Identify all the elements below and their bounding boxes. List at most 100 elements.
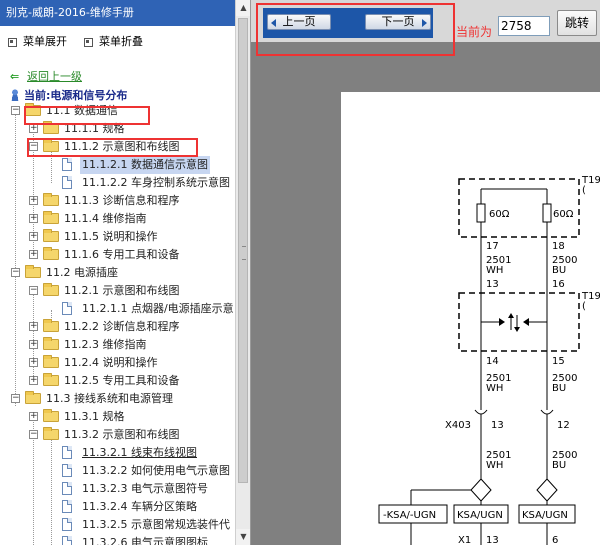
expand-toggle[interactable]: +	[29, 196, 38, 205]
tree-node[interactable]: + 11.1.1 规格	[0, 120, 235, 138]
tree-node[interactable]: 11.3.2.1 线束布线视图	[0, 444, 235, 462]
tree-node-label: 11.1.5 说明和操作	[64, 230, 158, 243]
expand-toggle[interactable]: +	[29, 340, 38, 349]
tree-node[interactable]: − 11.2.1 示意图和布线图	[0, 282, 235, 300]
tree-node-label: 11.3.2.2 如何使用电气示意图	[82, 464, 230, 477]
document-icon	[62, 446, 72, 459]
document-icon	[62, 464, 72, 477]
tree-node[interactable]: 11.3.2.6 电气示意图图标	[0, 534, 235, 545]
expand-toggle[interactable]: +	[29, 214, 38, 223]
tree-node[interactable]: + 11.3.1 规格	[0, 408, 235, 426]
next-page-label: 下一页	[381, 15, 415, 28]
pin-number: 13	[491, 420, 504, 431]
collapse-toggle[interactable]: −	[11, 268, 20, 277]
option-code-label: -KSA/-UGN	[383, 510, 436, 521]
tree-node[interactable]: − 11.3.2 示意图和布线图	[0, 426, 235, 444]
content-area: 上一页 下一页 当前为 跳转 T19 ( 60Ω 60Ω	[251, 0, 600, 545]
document-icon	[62, 500, 72, 513]
scroll-down-arrow-icon[interactable]: ▼	[236, 529, 250, 545]
scroll-thumb[interactable]	[238, 18, 248, 483]
expand-menu-button[interactable]: 菜单展开	[8, 33, 67, 49]
tree-node[interactable]: + 11.1.5 说明和操作	[0, 228, 235, 246]
tree-node[interactable]: 11.2.1.1 点烟器/电源插座示意	[0, 300, 235, 318]
tree-node[interactable]: − 11.1.2 示意图和布线图	[0, 138, 235, 156]
tree-node[interactable]: + 11.2.5 专用工具和设备	[0, 372, 235, 390]
resistor-value: 60Ω	[489, 209, 510, 220]
tree-node-label: 11.3.2.3 电气示意图符号	[82, 482, 208, 495]
scroll-up-arrow-icon[interactable]: ▲	[236, 0, 250, 16]
tree-node-label: 11.2.3 维修指南	[64, 338, 147, 351]
tree-node[interactable]: + 11.2.2 诊断信息和程序	[0, 318, 235, 336]
tree-node-selected[interactable]: 11.1.2.1 数据通信示意图	[0, 156, 235, 174]
pin-number: 15	[552, 356, 565, 367]
pin-number: 13	[486, 535, 499, 545]
tree-node[interactable]: + 11.1.6 专用工具和设备	[0, 246, 235, 264]
folder-icon	[43, 373, 59, 386]
menu-icon	[8, 37, 17, 47]
pin-number: 13	[486, 279, 499, 290]
tree-node-label: 11.1.3 诊断信息和程序	[64, 194, 180, 207]
page-number-input[interactable]	[498, 16, 550, 36]
pin-number: 12	[557, 420, 570, 431]
connector-id: X403	[445, 420, 471, 431]
collapse-toggle[interactable]: −	[11, 394, 20, 403]
expand-toggle[interactable]: +	[29, 322, 38, 331]
tree-node-label: 11.3.2.5 示意图常规选装件代	[82, 518, 230, 531]
folder-icon	[43, 211, 59, 224]
tree-node[interactable]: 11.3.2.3 电气示意图符号	[0, 480, 235, 498]
folder-icon	[43, 355, 59, 368]
tree-node-label: 11.2.2 诊断信息和程序	[64, 320, 180, 333]
pin-number: 14	[486, 356, 499, 367]
tree-node[interactable]: + 11.2.4 说明和操作	[0, 354, 235, 372]
folder-icon	[43, 409, 59, 422]
folder-icon	[43, 193, 59, 206]
page-navigation-bar: 上一页 下一页 当前为 跳转	[251, 0, 600, 42]
expand-toggle[interactable]: +	[29, 376, 38, 385]
back-link-label: 返回上一级	[27, 70, 82, 83]
collapse-toggle[interactable]: −	[29, 430, 38, 439]
tree-node-label: 11.1.6 专用工具和设备	[64, 248, 180, 261]
tree-node-label: 11.1.4 维修指南	[64, 212, 147, 225]
tree-node[interactable]: 11.3.2.2 如何使用电气示意图	[0, 462, 235, 480]
folder-icon	[43, 247, 59, 260]
tree-node[interactable]: 11.3.2.4 车辆分区策略	[0, 498, 235, 516]
document-icon	[62, 518, 72, 531]
jump-button[interactable]: 跳转	[557, 10, 597, 36]
tree-scrollbar[interactable]: ▲ ▼	[235, 0, 250, 545]
tree-node[interactable]: − 11.2 电源插座	[0, 264, 235, 282]
expand-toggle[interactable]: +	[29, 124, 38, 133]
tree-node[interactable]: − 11.3 接线系统和电源管理	[0, 390, 235, 408]
wiring-diagram: T19 ( 60Ω 60Ω 17 18 2501 WH 2500 BU 13 1…	[378, 175, 600, 545]
folder-icon	[43, 337, 59, 350]
tree-node[interactable]: + 11.2.3 维修指南	[0, 336, 235, 354]
tree-node[interactable]: + 11.1.3 诊断信息和程序	[0, 192, 235, 210]
tree-node[interactable]: + 11.1.4 维修指南	[0, 210, 235, 228]
expand-menu-label: 菜单展开	[23, 35, 67, 48]
expand-toggle[interactable]: +	[29, 358, 38, 367]
option-code-label: KSA/UGN	[522, 510, 568, 521]
collapse-toggle[interactable]: −	[29, 142, 38, 151]
collapse-toggle[interactable]: −	[11, 106, 20, 115]
current-page-label: 当前为	[456, 25, 493, 39]
expand-toggle[interactable]: +	[29, 412, 38, 421]
expand-toggle[interactable]: +	[29, 250, 38, 259]
prev-page-button[interactable]: 上一页	[267, 14, 331, 30]
wire-color: WH	[486, 460, 503, 471]
expand-toggle[interactable]: +	[29, 232, 38, 241]
next-page-button[interactable]: 下一页	[365, 14, 431, 30]
folder-open-icon	[43, 283, 59, 296]
document-icon	[62, 482, 72, 495]
tree-node[interactable]: 11.1.2.2 车身控制系统示意图	[0, 174, 235, 192]
module-label-sub: (	[582, 185, 586, 196]
collapse-menu-button[interactable]: 菜单折叠	[84, 33, 143, 49]
back-link[interactable]: ⇐ 返回上一级	[10, 68, 82, 84]
document-icon	[62, 176, 72, 189]
document-icon	[62, 158, 72, 171]
tree-node[interactable]: − 11.1 数据通信	[0, 102, 235, 120]
folder-open-icon	[25, 265, 41, 278]
tree-node-label: 11.1 数据通信	[46, 104, 118, 117]
tree-node[interactable]: 11.3.2.5 示意图常规选装件代	[0, 516, 235, 534]
wire-color: WH	[486, 265, 503, 276]
collapse-toggle[interactable]: −	[29, 286, 38, 295]
tree-node-label: 11.1.2.2 车身控制系统示意图	[82, 176, 230, 189]
